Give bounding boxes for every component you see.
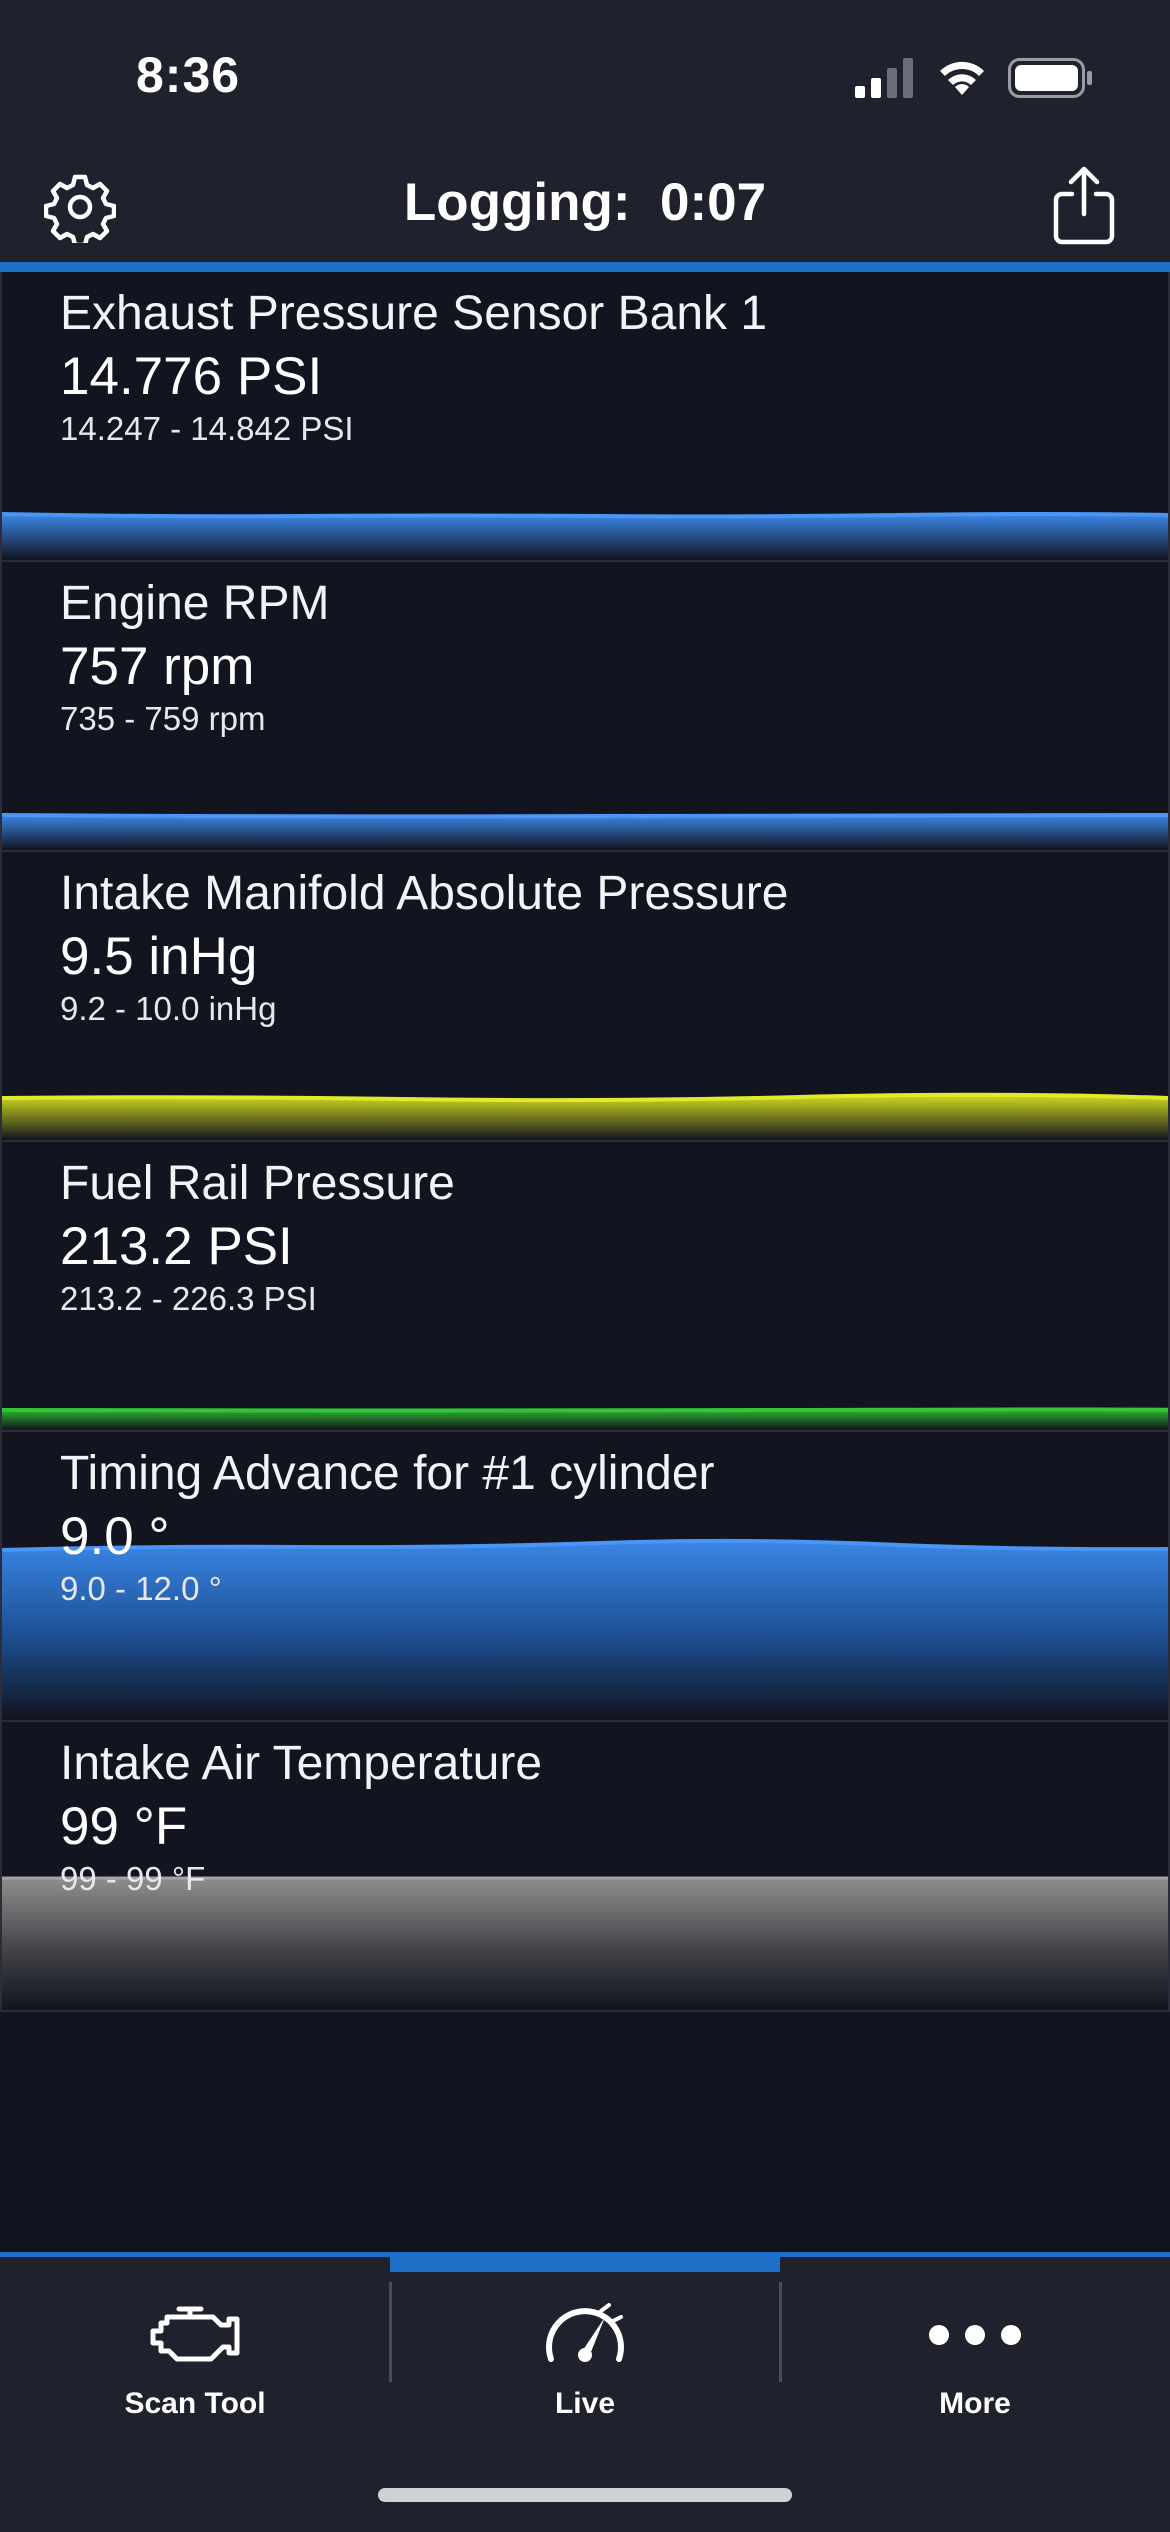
gauge-timing-advance[interactable]: Timing Advance for #1 cylinder 9.0 ° 9.0… [0, 1432, 1170, 1722]
gauge-range: 213.2 - 226.3 PSI [60, 1280, 317, 1317]
gauge-value: 9.0 ° [60, 1507, 170, 1566]
live-gauge-list: Exhaust Pressure Sensor Bank 1 14.776 PS… [0, 272, 1170, 2012]
gauge-name: Exhaust Pressure Sensor Bank 1 [60, 287, 768, 340]
gauge-engine-rpm[interactable]: Engine RPM 757 rpm 735 - 759 rpm [0, 562, 1170, 852]
gauge-range: 14.247 - 14.842 PSI [60, 410, 354, 447]
tab-label: More [939, 2387, 1011, 2420]
gauge-intake-manifold-pressure[interactable]: Intake Manifold Absolute Pressure 9.5 in… [0, 852, 1170, 1142]
home-indicator[interactable] [378, 2488, 792, 2502]
more-dots-icon [929, 2325, 1021, 2345]
tab-scan-tool[interactable]: Scan Tool [0, 2257, 390, 2457]
tab-label: Live [554, 2387, 616, 2420]
gauge-fuel-rail-pressure[interactable]: Fuel Rail Pressure 213.2 PSI 213.2 - 226… [0, 1142, 1170, 1432]
gauge-range: 9.0 - 12.0 ° [60, 1570, 222, 1607]
gauge-name: Engine RPM [60, 577, 330, 630]
wifi-icon [940, 61, 984, 95]
header-bar: Logging: 0:07 [0, 150, 1170, 262]
share-icon[interactable] [1050, 164, 1118, 246]
gauge-name: Intake Manifold Absolute Pressure [60, 867, 789, 920]
gauge-value: 14.776 PSI [60, 347, 323, 406]
gauge-range: 9.2 - 10.0 inHg [60, 990, 277, 1027]
battery-icon [1008, 58, 1092, 98]
logging-title: Logging: 0:07 [403, 173, 767, 232]
gauge-icon [546, 2303, 624, 2362]
gauge-name: Timing Advance for #1 cylinder [60, 1447, 715, 1500]
gauge-range: 99 - 99 °F [60, 1860, 206, 1897]
gauge-value: 99 °F [60, 1797, 188, 1856]
app-screen: 8:36 Logging: 0:07 Exhaust Pressure Sens… [0, 0, 1170, 2532]
tab-more[interactable]: More [780, 2257, 1170, 2457]
gauge-exhaust-pressure[interactable]: Exhaust Pressure Sensor Bank 1 14.776 PS… [0, 272, 1170, 562]
gauge-name: Fuel Rail Pressure [60, 1157, 455, 1210]
gauge-value: 757 rpm [60, 637, 255, 696]
gauge-range: 735 - 759 rpm [60, 700, 266, 737]
tab-live[interactable]: Live [390, 2257, 780, 2457]
gauge-value: 9.5 inHg [60, 927, 258, 986]
gauge-intake-air-temperature[interactable]: Intake Air Temperature 99 °F 99 - 99 °F [0, 1722, 1170, 2012]
gauge-name: Intake Air Temperature [60, 1737, 543, 1790]
tab-label: Scan Tool [124, 2387, 266, 2420]
gauge-value: 213.2 PSI [60, 1217, 293, 1276]
engine-icon [150, 2306, 240, 2362]
status-time: 8:36 [136, 47, 241, 103]
status-bar: 8:36 [0, 0, 1170, 150]
header-accent-line [0, 262, 1170, 272]
cellular-signal-icon [855, 58, 913, 98]
